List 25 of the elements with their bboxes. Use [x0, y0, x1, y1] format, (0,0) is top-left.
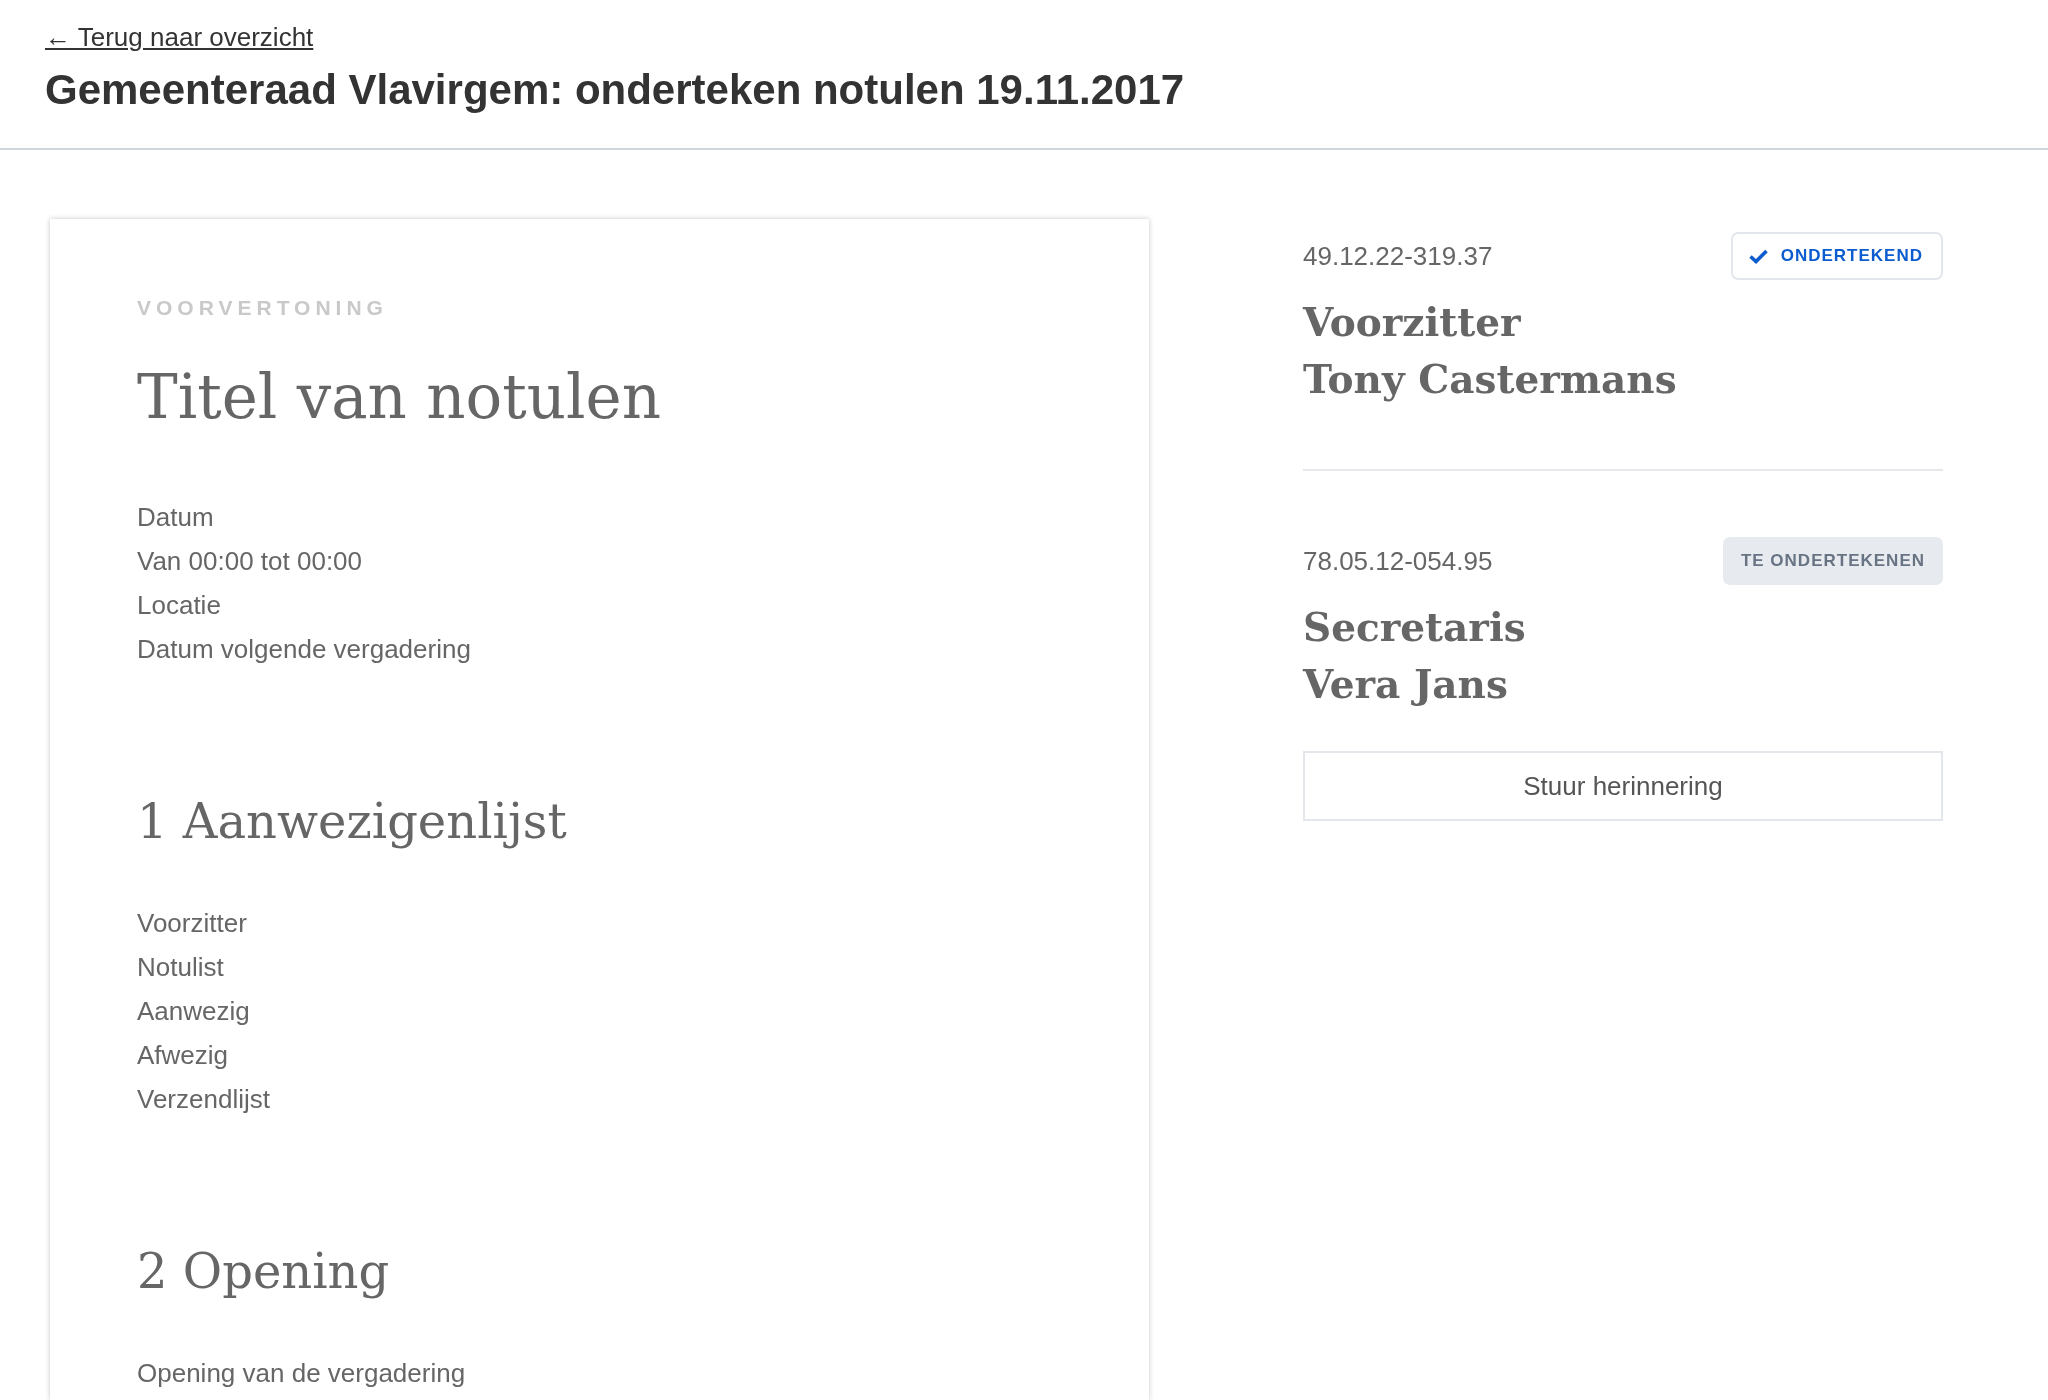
meta-line: Datum volgende vergadering: [137, 633, 471, 666]
signer-name: Vera Jans: [1303, 660, 1508, 709]
signer-role: Secretaris: [1303, 603, 1526, 652]
section-heading: 2 Opening: [137, 1242, 390, 1301]
section-line: Notulist: [137, 951, 224, 984]
page-title: Gemeenteraad Vlavirgem: onderteken notulen 19.11.2017: [45, 65, 1185, 115]
section-line: Voorzitter: [137, 907, 247, 940]
reminder-button[interactable]: Stuur herinnering: [1303, 751, 1943, 821]
signer-name: Tony Castermans: [1303, 355, 1677, 404]
meta-line: Locatie: [137, 589, 221, 622]
signer-id: 78.05.12-054.95: [1303, 546, 1493, 576]
signer-role: Voorzitter: [1303, 298, 1521, 347]
check-icon: [1748, 248, 1768, 264]
meta-line: Van 00:00 tot 00:00: [137, 545, 363, 578]
section-line: Verzendlijst: [137, 1083, 270, 1116]
document-title: Titel van notulen: [137, 360, 661, 434]
section-line: Aanwezig: [137, 995, 250, 1028]
back-link[interactable]: ← Terug naar overzicht: [45, 22, 314, 52]
meta-line: Datum: [137, 501, 214, 534]
section-heading: 1 Aanwezigenlijst: [137, 792, 567, 851]
section-line: Afwezig: [137, 1039, 229, 1072]
section-line: Opening van de vergadering: [137, 1357, 466, 1390]
status-badge: ONDERTEKEND: [1730, 232, 1943, 280]
signer-id: 49.12.22-319.37: [1303, 241, 1493, 271]
status-badge: TE ONDERTEKENEN: [1722, 537, 1943, 585]
